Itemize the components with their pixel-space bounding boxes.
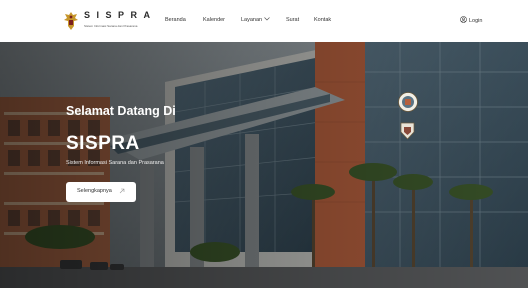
nav-item-kalender[interactable]: Kalender xyxy=(203,17,225,23)
nav-item-layanan-label: Layanan xyxy=(241,17,263,23)
top-navbar: SISPRA Sistem Informasi Sarana dan Prasa… xyxy=(0,0,528,42)
chevron-down-icon xyxy=(264,17,270,21)
nav-item-kontak[interactable]: Kontak xyxy=(314,17,331,23)
campus-logo-badge-icon[interactable] xyxy=(398,92,418,112)
user-circle-icon xyxy=(460,16,467,23)
arrow-up-right-icon xyxy=(119,188,125,194)
hero-title: SISPRA xyxy=(66,133,140,154)
nav-item-surat[interactable]: Surat xyxy=(286,17,299,23)
shield-logo-badge-icon[interactable] xyxy=(400,122,415,140)
selengkapnya-button[interactable]: Selengkapnya xyxy=(66,182,136,202)
cta-label: Selengkapnya xyxy=(77,188,112,194)
brand-title: SISPRA xyxy=(84,10,157,20)
welcome-heading: Selamat Datang Di xyxy=(66,104,176,118)
brand-subtitle: Sistem Informasi Sarana dan Prasarana xyxy=(84,24,138,28)
login-label: Login xyxy=(469,18,483,24)
login-link[interactable]: Login xyxy=(460,16,482,26)
nav-item-beranda[interactable]: Beranda xyxy=(165,17,186,23)
nav-item-layanan[interactable]: Layanan xyxy=(241,17,270,23)
hero-subtitle: Sistem Informasi Sarana dan Prasarana xyxy=(66,160,164,166)
garuda-emblem-icon xyxy=(64,12,78,30)
